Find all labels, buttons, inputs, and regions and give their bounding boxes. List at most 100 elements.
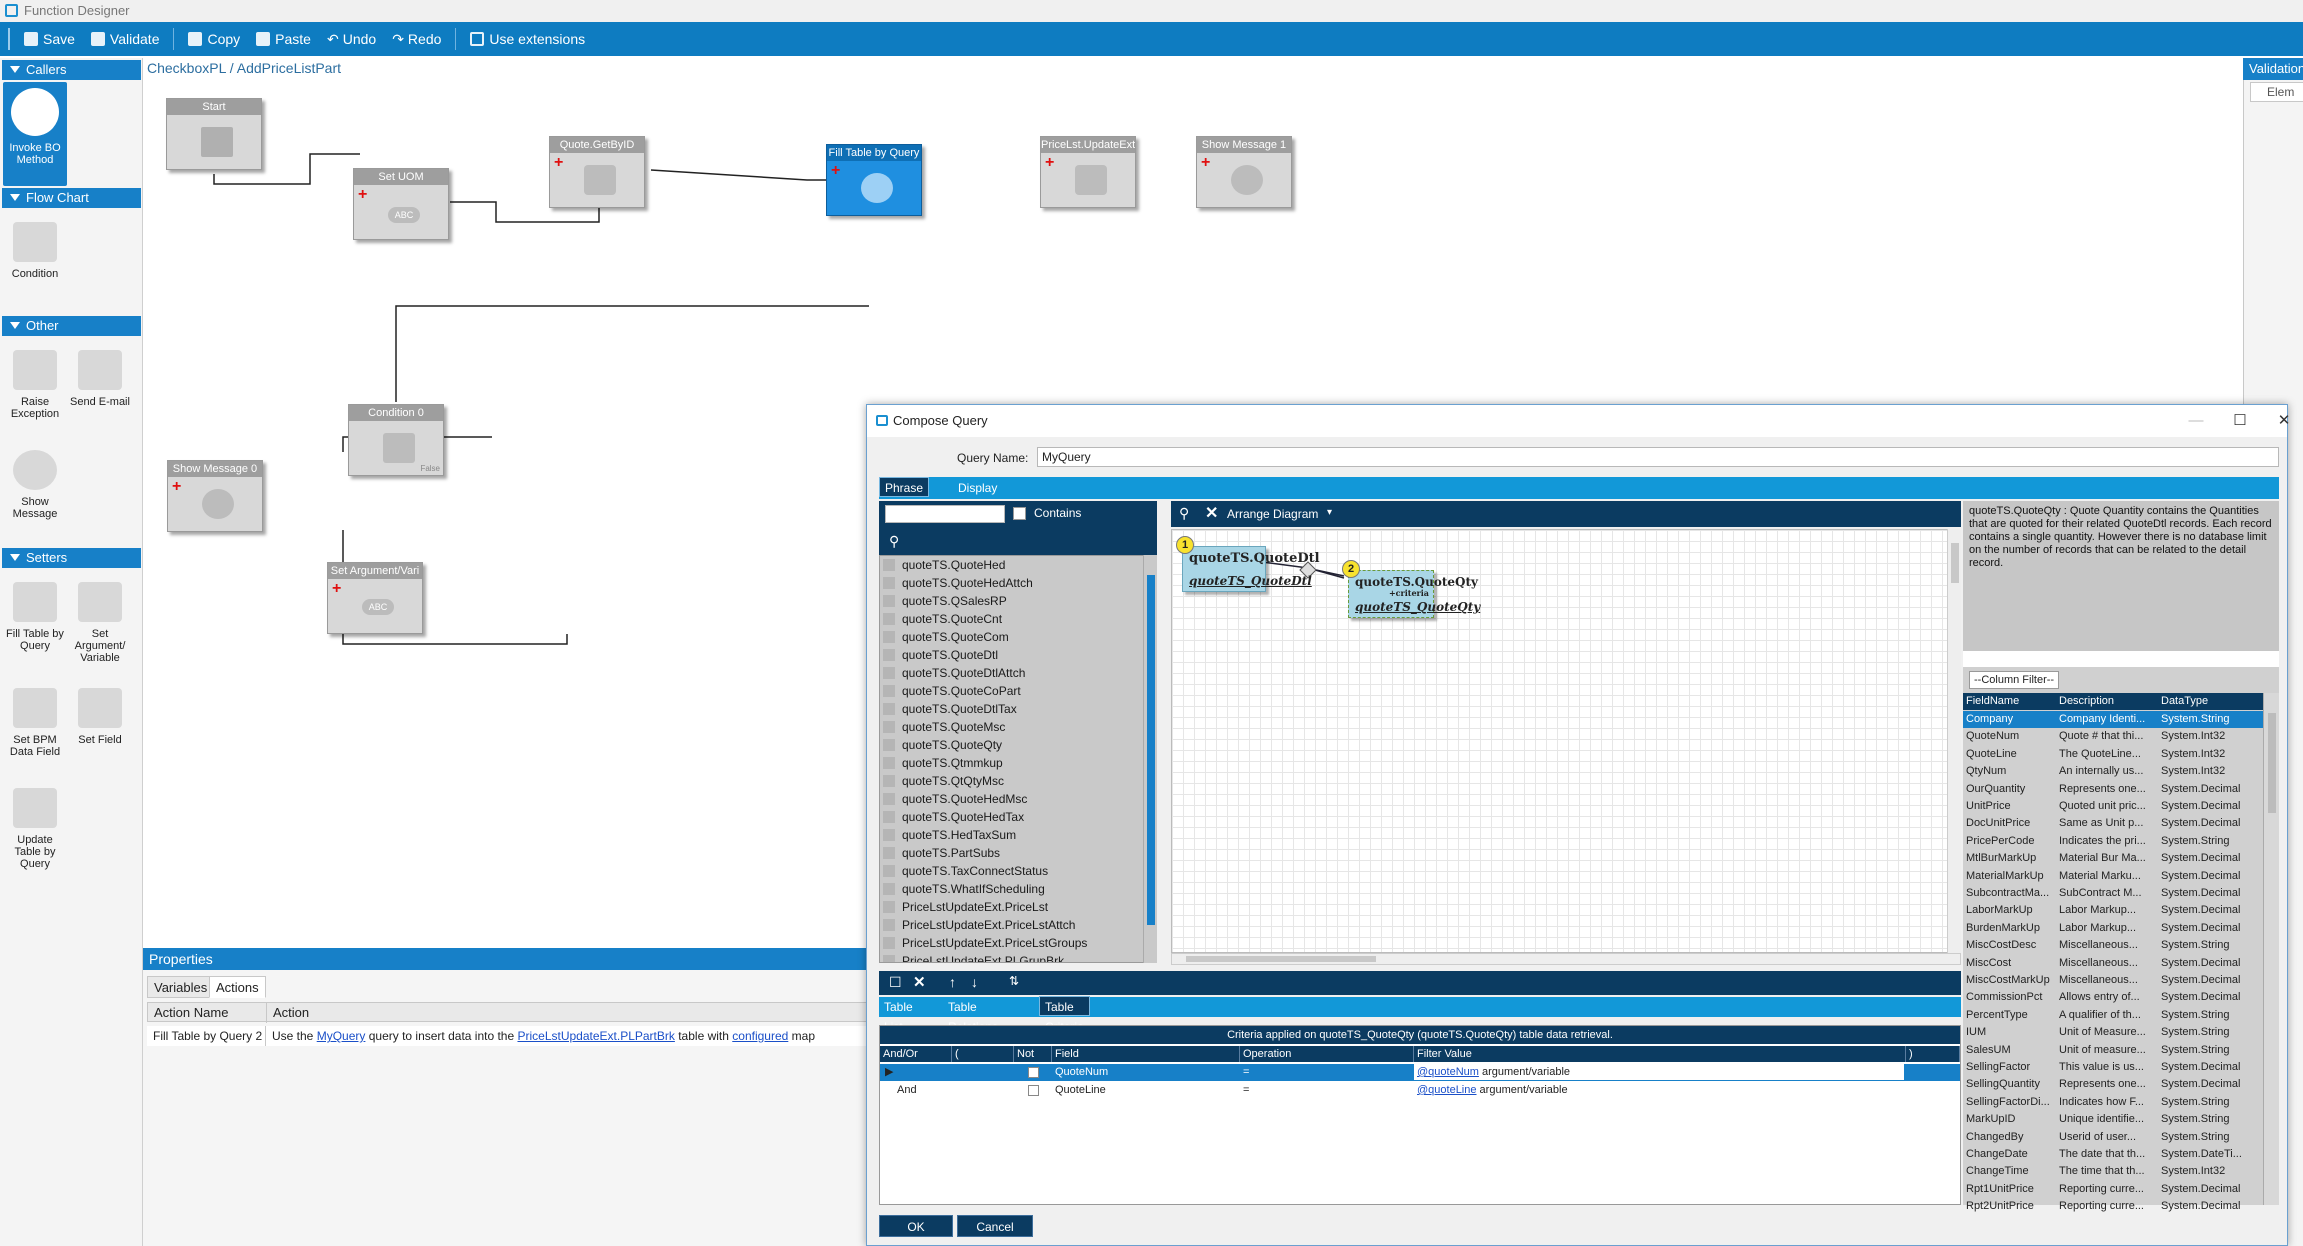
list-item[interactable]: quoteTS.QuoteDtlAttch (880, 664, 1154, 682)
palette-item-set-argument[interactable]: Set Argument/ Variable (68, 582, 132, 664)
table-row[interactable]: IUM Unit of Measure... System.String (1963, 1024, 2263, 1041)
scrollbar-thumb[interactable] (1147, 575, 1155, 925)
tab-display-fields[interactable]: Display Fields (953, 478, 1002, 515)
table-row[interactable]: ChangeTime The time that th... System.Int3… (1963, 1163, 2263, 1180)
table-checkbox[interactable] (883, 883, 895, 895)
workflow-node-show-message-0[interactable]: Show Message 0 + (167, 460, 263, 532)
table-row[interactable]: Rpt1UnitPrice Reporting curre... System.De… (1963, 1181, 2263, 1198)
list-item[interactable]: PriceLstUpdateExt.PLGrupBrk (880, 952, 1154, 962)
validate-button[interactable]: Validate (83, 22, 168, 56)
table-row[interactable]: MiscCost Miscellaneous... System.Decimal (1963, 955, 2263, 972)
table-row[interactable]: ▶ QuoteNum = @quoteNum argument/variable (880, 1064, 1960, 1081)
move-up-icon[interactable]: ↑ (949, 974, 956, 990)
palette-item-set-bpm-data-field[interactable]: Set BPM Data Field (3, 688, 67, 758)
query-name-input[interactable]: MyQuery (1037, 447, 2279, 467)
table-checkbox[interactable] (883, 667, 895, 679)
andor-cell[interactable] (880, 1064, 952, 1080)
table-row[interactable]: PricePerCode Indicates the pri... System.S… (1963, 833, 2263, 850)
table-checkbox[interactable] (883, 955, 895, 962)
maximize-button[interactable]: ☐ (2217, 405, 2263, 437)
list-item[interactable]: quoteTS.TaxConnectStatus (880, 862, 1154, 880)
table-row[interactable]: SellingFactor This value is us... System.D… (1963, 1059, 2263, 1076)
table-checkbox[interactable] (883, 595, 895, 607)
palette-item-invoke-bo-method[interactable]: Invoke BO Method (3, 82, 67, 186)
diagram-vertical-scrollbar[interactable] (1947, 529, 1961, 953)
table-row[interactable]: MiscCostDesc Miscellaneous... System.Strin… (1963, 937, 2263, 954)
andor-cell[interactable]: And (894, 1082, 917, 1098)
table-row[interactable]: Fill Table by Query 2 Use the MyQuery qu… (147, 1026, 869, 1046)
field-cell[interactable]: QuoteNum (1052, 1064, 1108, 1080)
workflow-node-pricelst-updateext[interactable]: PriceLst.UpdateExt + (1040, 136, 1136, 208)
delete-icon[interactable]: ✕ (1205, 503, 1218, 523)
column-list-scrollbar[interactable] (2263, 693, 2279, 1205)
sort-icon[interactable]: ⇅ (1009, 974, 1019, 988)
diagram-table-quoteqty[interactable]: quoteTS.QuoteQty +criteria quoteTS_Quote… (1348, 570, 1480, 618)
table-row[interactable]: SellingQuantity Represents one... System.D… (1963, 1076, 2263, 1093)
table-search-input[interactable] (885, 505, 1005, 523)
table-checkbox[interactable] (883, 847, 895, 859)
list-item[interactable]: quoteTS.QuoteHedMsc (880, 790, 1154, 808)
query-diagram[interactable]: quoteTS.QuoteDtl quoteTS_QuoteDtl 1 quot… (1171, 529, 1961, 953)
table-checkbox[interactable] (883, 703, 895, 715)
operation-cell[interactable]: = (1240, 1082, 1249, 1098)
list-item[interactable]: PriceLstUpdateExt.PriceLst (880, 898, 1154, 916)
table-checkbox[interactable] (883, 631, 895, 643)
palette-section-other[interactable]: Other (2, 316, 141, 336)
scrollbar-thumb[interactable] (1951, 543, 1959, 583)
delete-icon[interactable]: ✕ (913, 973, 926, 991)
list-item[interactable]: quoteTS.QSalesRP (880, 592, 1154, 610)
table-list-scrollbar[interactable] (1143, 555, 1157, 963)
workflow-node-set-argument[interactable]: Set Argument/Vari + ABC (327, 562, 423, 634)
arrange-diagram-button[interactable]: Arrange Diagram (1227, 507, 1318, 521)
minimize-button[interactable]: — (2173, 405, 2219, 437)
table-row[interactable]: UnitPrice Quoted unit pric... System.Decim… (1963, 798, 2263, 815)
palette-section-setters[interactable]: Setters (2, 548, 141, 568)
save-button[interactable]: Save (16, 22, 83, 56)
table-row[interactable]: SellingFactorDi... Indicates how F... Syst… (1963, 1094, 2263, 1111)
column-filter-select[interactable]: --Column Filter-- (1969, 671, 2059, 689)
tab-table-criteria[interactable]: Table Criteria (1039, 996, 1090, 1034)
palette-item-send-email[interactable]: Send E-mail (68, 350, 132, 408)
list-item[interactable]: quoteTS.QuoteDtlTax (880, 700, 1154, 718)
filter-value-cell[interactable]: @quoteLine argument/variable (1414, 1082, 1568, 1098)
contains-checkbox[interactable] (1013, 507, 1026, 520)
link-icon[interactable]: ⚲ (1179, 505, 1189, 522)
cancel-button[interactable]: Cancel (957, 1215, 1033, 1237)
tab-actions[interactable]: Actions (209, 976, 266, 998)
table-row[interactable]: DocUnitPrice Same as Unit p... System.Deci… (1963, 815, 2263, 832)
table-checkbox[interactable] (883, 613, 895, 625)
table-row[interactable]: MarkUpID Unique identifie... System.String (1963, 1111, 2263, 1128)
scrollbar-thumb[interactable] (2268, 713, 2276, 813)
list-item[interactable]: quoteTS.Qtmmkup (880, 754, 1154, 772)
list-item[interactable]: quoteTS.QuoteCnt (880, 610, 1154, 628)
table-checkbox[interactable] (883, 937, 895, 949)
table-row[interactable]: QtyNum An internally us... System.Int32 (1963, 763, 2263, 780)
undo-button[interactable]: ↶ Undo (319, 22, 384, 56)
argument-link[interactable]: @quoteLine (1417, 1084, 1477, 1096)
table-row[interactable]: MaterialMarkUp Material Marku... System.De… (1963, 868, 2263, 885)
list-item[interactable]: quoteTS.QuoteDtl (880, 646, 1154, 664)
argument-link[interactable]: @quoteNum (1417, 1066, 1479, 1078)
table-checkbox[interactable] (883, 775, 895, 787)
new-icon[interactable]: ☐ (889, 974, 902, 991)
close-button[interactable]: ✕ (2261, 405, 2303, 437)
filter-value-cell[interactable]: @quoteNum argument/variable (1414, 1064, 1904, 1080)
copy-button[interactable]: Copy (180, 22, 248, 56)
table-row[interactable]: OurQuantity Represents one... System.Decim… (1963, 781, 2263, 798)
paste-button[interactable]: Paste (248, 22, 319, 56)
workflow-node-start[interactable]: Start (166, 98, 262, 170)
table-row[interactable]: PercentType A qualifier of th... System.St… (1963, 1007, 2263, 1024)
list-item[interactable]: quoteTS.QuoteQty (880, 736, 1154, 754)
diagram-horizontal-scrollbar[interactable] (1171, 953, 1961, 965)
table-checkbox[interactable] (883, 685, 895, 697)
not-checkbox[interactable] (1028, 1085, 1039, 1096)
table-row[interactable]: SubcontractMa... SubContract M... System.D… (1963, 885, 2263, 902)
move-down-icon[interactable]: ↓ (971, 974, 978, 990)
table-row[interactable]: CommissionPct Allows entry of... System.De… (1963, 989, 2263, 1006)
configured-link[interactable]: configured (732, 1029, 788, 1043)
field-cell[interactable]: QuoteLine (1052, 1082, 1106, 1098)
table-row[interactable]: LaborMarkUp Labor Markup... System.Decimal (1963, 902, 2263, 919)
workflow-node-condition-0[interactable]: Condition 0 False (348, 404, 444, 476)
table-row[interactable]: SalesUM Unit of measure... System.String (1963, 1042, 2263, 1059)
list-item[interactable]: quoteTS.HedTaxSum (880, 826, 1154, 844)
